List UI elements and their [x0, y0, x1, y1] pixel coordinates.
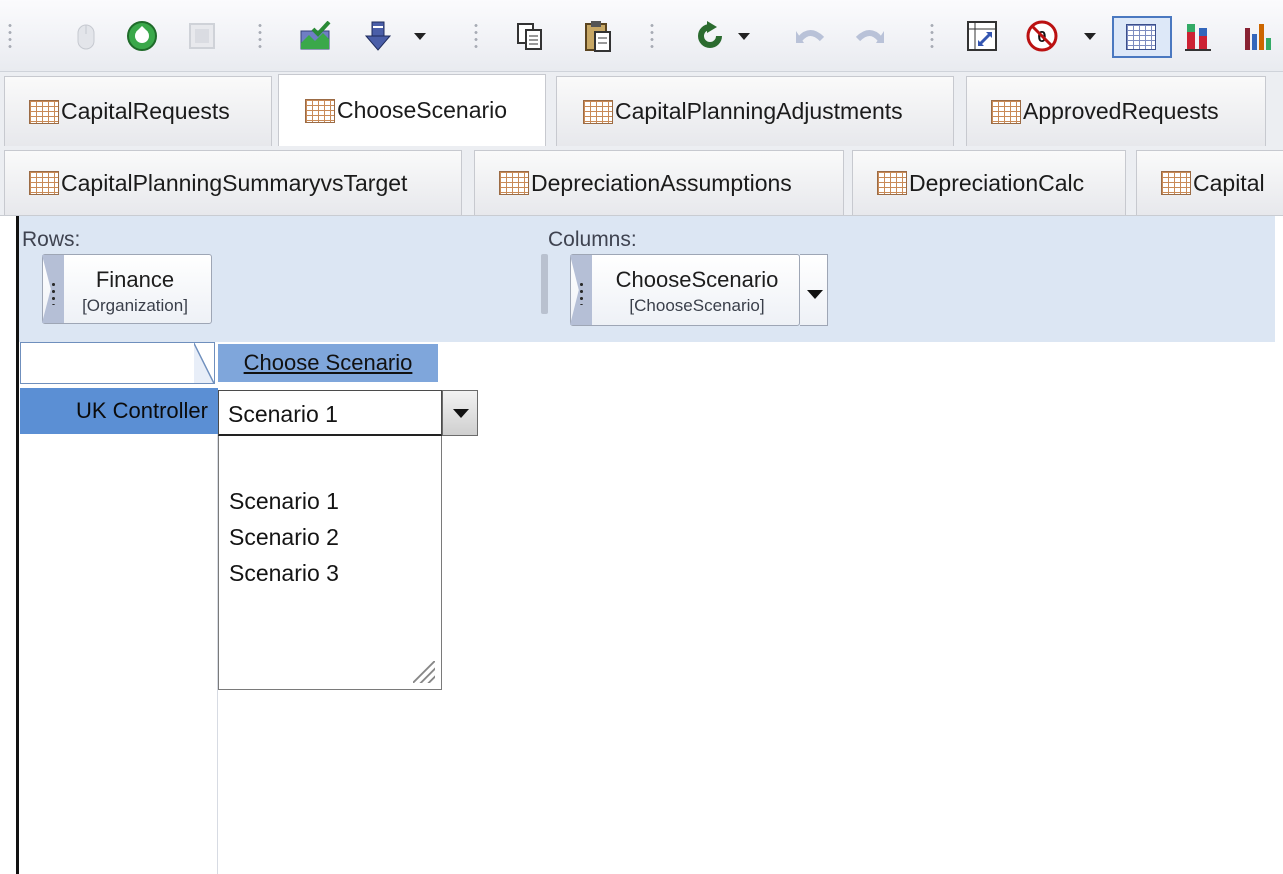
resize-grip-icon[interactable]: [413, 661, 435, 683]
grid-icon: [29, 99, 59, 124]
suppress-zero-icon[interactable]: 0: [1024, 18, 1060, 54]
dropdown-option-scenario-2[interactable]: Scenario 2: [229, 524, 339, 551]
row-field-dimension: [Organization]: [82, 296, 188, 315]
rows-label: Rows:: [22, 228, 81, 251]
grid-icon: [991, 99, 1021, 124]
dropdown-option-scenario-3[interactable]: Scenario 3: [229, 560, 339, 587]
suppress-zero-dropdown-arrow-icon[interactable]: [1084, 33, 1096, 40]
column-field-dropdown-button[interactable]: [800, 254, 828, 326]
drag-handle-icon[interactable]: [580, 281, 583, 305]
tab-row-2: CapitalPlanningSummaryvsTarget Depreciat…: [0, 146, 1283, 216]
grid-view-icon[interactable]: [1112, 16, 1172, 58]
drag-handle-icon[interactable]: [52, 281, 55, 305]
row-header-uk-controller[interactable]: UK Controller: [20, 388, 218, 434]
tab-label: CapitalPlanningSummaryvsTarget: [61, 169, 408, 196]
blank-page-icon[interactable]: [184, 18, 220, 54]
tab-choose-scenario[interactable]: ChooseScenario: [278, 74, 546, 146]
scenario-combo-dropdown-button[interactable]: [442, 390, 478, 436]
column-field-name: ChooseScenario: [615, 267, 779, 292]
row-field-name: Finance: [95, 267, 175, 292]
toolbar-separator: [8, 22, 12, 52]
tab-capital-planning-adjustments[interactable]: CapitalPlanningAdjustments: [556, 76, 954, 146]
toolbar: 0: [0, 0, 1283, 72]
grid-icon: [877, 171, 907, 195]
tab-label: ApprovedRequests: [1023, 98, 1219, 124]
grid-icon: [583, 99, 613, 124]
tab-label: Capital: [1193, 169, 1265, 196]
row-header-column: [19, 434, 218, 874]
bar-chart-icon[interactable]: [1238, 18, 1274, 54]
tab-label: ChooseScenario: [337, 97, 508, 123]
tab-label: CapitalRequests: [61, 98, 230, 124]
grid-icon: [1161, 171, 1191, 195]
grid-icon: [305, 98, 335, 123]
mouse-icon[interactable]: [68, 18, 104, 54]
tab-label: CapitalPlanningAdjustments: [615, 98, 903, 124]
dropdown-option-scenario-1[interactable]: Scenario 1: [229, 488, 339, 515]
tab-row-1: CapitalRequests ChooseScenario CapitalPl…: [0, 72, 1283, 146]
stacked-bar-chart-icon[interactable]: [1180, 18, 1216, 54]
refresh-green-icon[interactable]: [124, 18, 160, 54]
scenario-dropdown-list: Scenario 1 Scenario 2 Scenario 3: [218, 436, 442, 690]
recalculate-icon[interactable]: [692, 18, 728, 54]
row-field-chip-finance[interactable]: Finance [Organization]: [42, 254, 212, 324]
grid-corner-cell: [20, 342, 215, 384]
tab-capital-planning-summary-vs-target[interactable]: CapitalPlanningSummaryvsTarget: [4, 150, 462, 215]
tab-depreciation-assumptions[interactable]: DepreciationAssumptions: [474, 150, 844, 215]
toolbar-separator: [474, 22, 478, 52]
toolbar-separator: [650, 22, 654, 52]
undo-icon[interactable]: [792, 18, 828, 54]
columns-label: Columns:: [548, 228, 637, 251]
copy-icon[interactable]: [512, 18, 548, 54]
column-field-dimension: [ChooseScenario]: [629, 296, 765, 315]
paste-icon[interactable]: [580, 18, 616, 54]
tab-approved-requests[interactable]: ApprovedRequests: [966, 76, 1266, 146]
scenario-combo-input[interactable]: Scenario 1: [218, 390, 442, 436]
tab-depreciation-calc[interactable]: DepreciationCalc: [852, 150, 1126, 215]
toolbar-separator: [930, 22, 934, 52]
tab-capital-requests[interactable]: CapitalRequests: [4, 76, 272, 146]
tab-label: DepreciationCalc: [909, 169, 1085, 196]
grid-icon: [29, 171, 59, 195]
column-header-choose-scenario[interactable]: Choose Scenario: [218, 344, 438, 382]
chart-check-icon[interactable]: [298, 18, 334, 54]
export-dropdown-arrow-icon[interactable]: [414, 33, 426, 40]
recalculate-dropdown-arrow-icon[interactable]: [738, 33, 750, 40]
field-area-divider: [541, 254, 548, 314]
tab-capital-truncated[interactable]: Capital: [1136, 150, 1283, 215]
grid-icon: [499, 171, 529, 195]
tab-label: DepreciationAssumptions: [531, 169, 792, 196]
export-down-arrow-icon[interactable]: [360, 18, 396, 54]
redo-icon[interactable]: [852, 18, 888, 54]
toolbar-separator: [258, 22, 262, 52]
column-field-chip-choose-scenario[interactable]: ChooseScenario [ChooseScenario]: [570, 254, 800, 326]
swap-axes-icon[interactable]: [964, 18, 1000, 54]
